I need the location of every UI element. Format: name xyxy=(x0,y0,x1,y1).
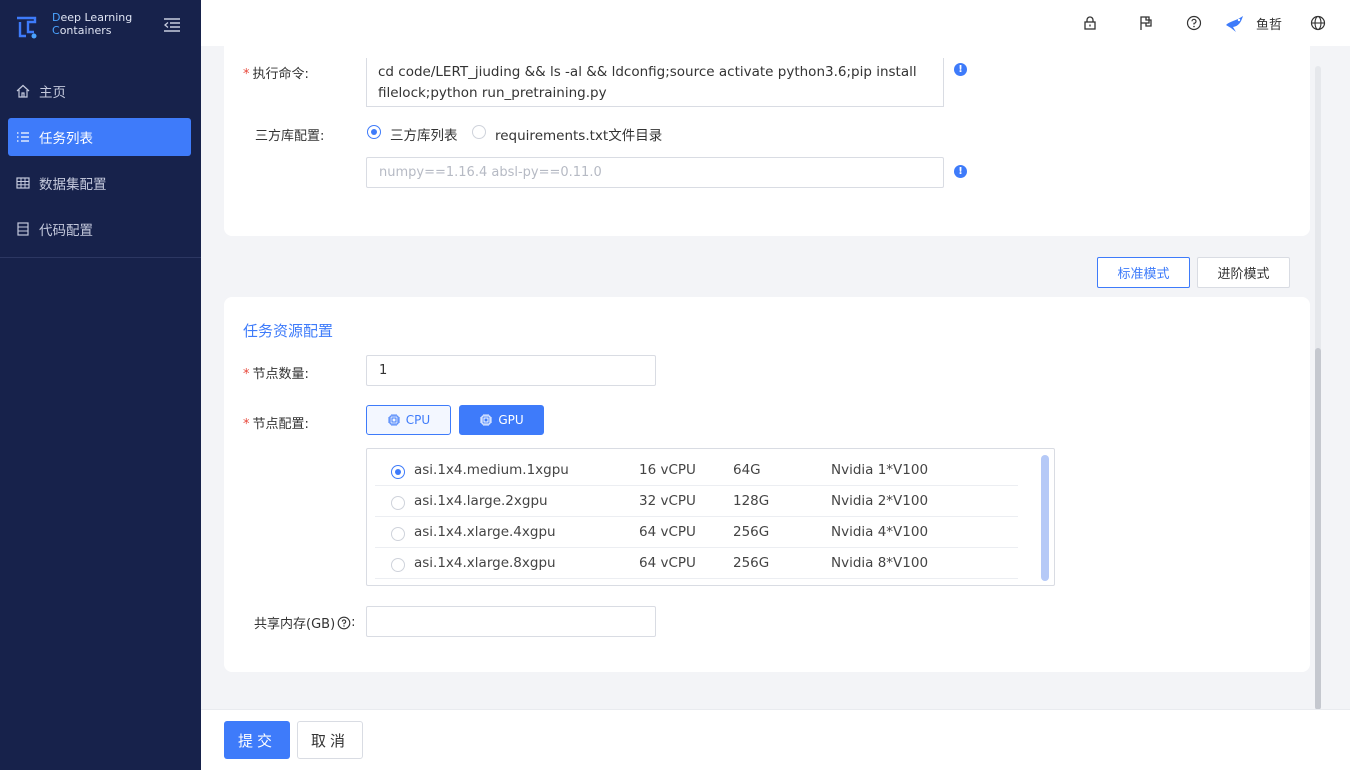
cancel-button[interactable]: 取消 xyxy=(297,721,363,759)
node-count-input[interactable]: 1 xyxy=(366,355,656,386)
lib-list-input[interactable]: numpy==1.16.4 absl-py==0.11.0 xyxy=(366,157,944,188)
spec-radio[interactable] xyxy=(391,496,405,510)
chip-icon xyxy=(387,414,400,426)
avatar[interactable] xyxy=(1224,12,1246,34)
section-title: 任务资源配置 xyxy=(243,322,334,340)
sidebar-item-label: 数据集配置 xyxy=(39,177,107,193)
advanced-mode-button[interactable]: 进阶模式 xyxy=(1197,257,1290,288)
command-textarea[interactable]: cd code/LERT_jiuding && ls -al && ldconf… xyxy=(366,58,944,107)
top-bar xyxy=(201,0,1350,46)
sidebar: Deep Learning Containers 主页 任务列表 数据集配置 代… xyxy=(0,0,201,770)
help-icon[interactable] xyxy=(337,616,351,630)
command-label: * 执行命令: xyxy=(243,67,309,82)
node-config-label: * 节点配置: xyxy=(243,417,309,432)
user-name[interactable]: 鱼哲 xyxy=(1256,14,1282,33)
info-icon[interactable]: ! xyxy=(954,165,967,178)
spec-radio[interactable] xyxy=(391,527,405,541)
lib-config-label: 三方库配置: xyxy=(255,129,325,144)
file-icon xyxy=(17,222,29,236)
list-icon xyxy=(17,132,29,142)
brand-name: Deep Learning Containers xyxy=(52,11,133,37)
spec-row[interactable]: asi.1x4.large.2xgpu 32 vCPU 128G Nvidia … xyxy=(375,486,1018,517)
footer-bar xyxy=(201,709,1350,770)
sidebar-nav: 主页 任务列表 数据集配置 代码配置 xyxy=(0,72,201,258)
logo-icon xyxy=(17,16,37,39)
requirements-option-label[interactable]: requirements.txt文件目录 xyxy=(495,124,662,144)
home-icon xyxy=(16,84,30,98)
chip-icon xyxy=(480,414,493,426)
lib-list-radio[interactable] xyxy=(367,125,381,139)
table-icon xyxy=(16,177,30,189)
spec-radio[interactable] xyxy=(391,465,405,479)
submit-button[interactable]: 提交 xyxy=(224,721,290,759)
spec-radio[interactable] xyxy=(391,558,405,572)
sidebar-item-tasks[interactable]: 任务列表 xyxy=(8,118,191,156)
shm-label: 共享内存(GB) : xyxy=(254,615,356,632)
spec-row[interactable]: asi.1x4.xlarge.8xgpu 64 vCPU 256G Nvidia… xyxy=(375,548,1018,579)
sidebar-item-home[interactable]: 主页 xyxy=(8,72,191,110)
menu-collapse-icon[interactable] xyxy=(163,17,181,33)
requirements-radio[interactable] xyxy=(472,125,486,139)
info-icon[interactable]: ! xyxy=(954,63,967,76)
spec-row[interactable]: asi.1x4.medium.1xgpu 16 vCPU 64G Nvidia … xyxy=(375,455,1018,486)
page-scrollbar[interactable] xyxy=(1315,348,1321,710)
sidebar-item-datasets[interactable]: 数据集配置 xyxy=(8,164,191,202)
flag-icon[interactable] xyxy=(1138,15,1154,31)
sidebar-item-label: 任务列表 xyxy=(39,131,93,147)
gpu-button[interactable]: GPU xyxy=(459,405,544,435)
sidebar-item-code[interactable]: 代码配置 xyxy=(8,210,191,248)
shm-input[interactable] xyxy=(366,606,656,637)
cpu-button[interactable]: CPU xyxy=(366,405,451,435)
lib-list-option-label[interactable]: 三方库列表 xyxy=(390,124,458,144)
standard-mode-button[interactable]: 标准模式 xyxy=(1097,257,1190,288)
spec-list-scrollbar[interactable] xyxy=(1041,455,1049,581)
sidebar-item-label: 主页 xyxy=(39,85,66,101)
lock-icon[interactable] xyxy=(1082,15,1098,31)
spec-list: asi.1x4.medium.1xgpu 16 vCPU 64G Nvidia … xyxy=(366,448,1055,586)
sidebar-item-label: 代码配置 xyxy=(39,223,93,239)
node-count-label: * 节点数量: xyxy=(243,367,309,382)
spec-row[interactable]: asi.1x4.xlarge.4xgpu 64 vCPU 256G Nvidia… xyxy=(375,517,1018,548)
help-icon[interactable] xyxy=(1186,15,1202,31)
globe-icon[interactable] xyxy=(1310,15,1326,31)
